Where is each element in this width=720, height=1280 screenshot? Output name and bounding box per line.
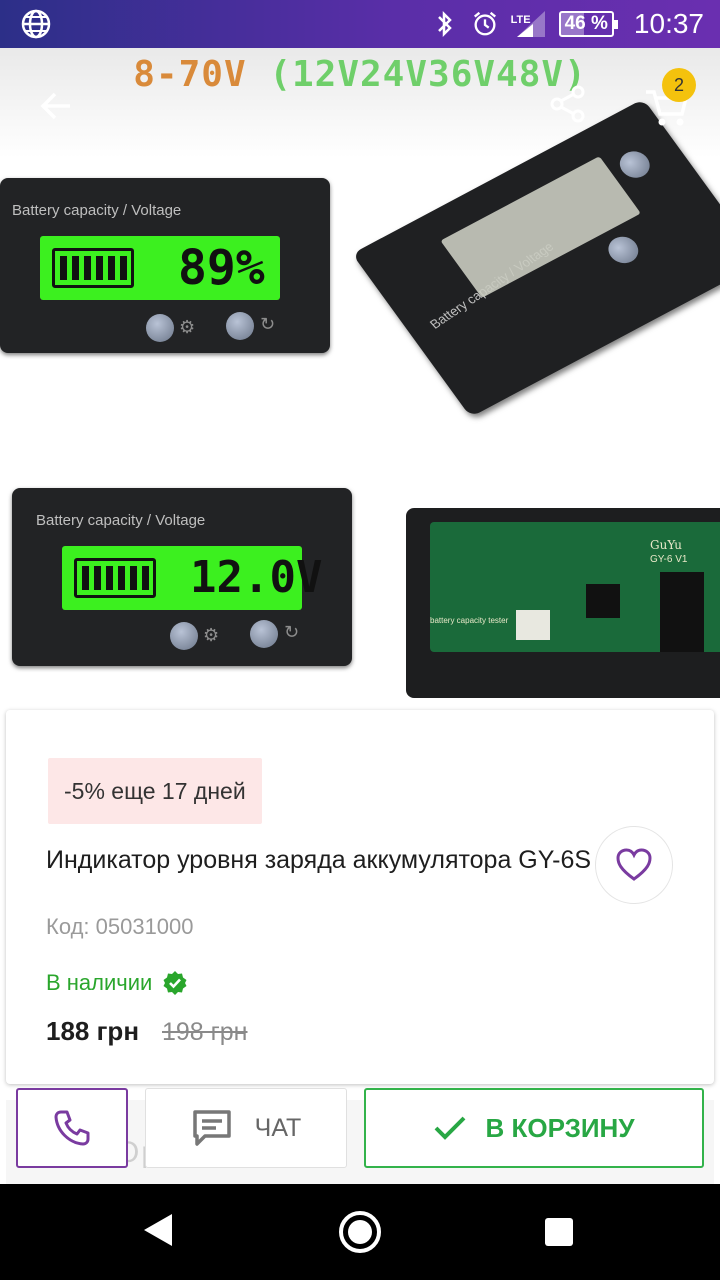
call-button[interactable] [16, 1088, 128, 1168]
signal-icon: LTE [511, 10, 547, 38]
settings-knob [146, 314, 174, 342]
favorite-button[interactable] [595, 826, 673, 904]
gear-icon: ⚙ [203, 625, 220, 645]
chat-button[interactable]: ЧАТ [145, 1088, 347, 1168]
pcb-model: GY-6 V1 [650, 554, 688, 565]
lcd-reading: 12.0V [190, 552, 323, 603]
lcd-battery-icon [52, 248, 134, 288]
old-price: 198 грн [162, 1018, 248, 1046]
banner-voltages: (12V24V36V48V) [269, 54, 587, 95]
battery-indicator: 46 % [558, 11, 619, 37]
verified-badge-icon [163, 971, 187, 995]
back-button[interactable] [34, 84, 78, 128]
discount-badge: -5% еще 17 дней [48, 758, 262, 824]
chat-icon [192, 1110, 231, 1146]
refresh-knob [250, 620, 278, 648]
arrow-left-icon [40, 92, 70, 120]
banner-range: 8-70V [133, 54, 247, 95]
system-nav-bar [0, 1184, 720, 1280]
status-bar: LTE 46 % 10:37 [0, 0, 720, 48]
lcd-screen: 12.0V [62, 546, 322, 610]
network-type: LTE [510, 14, 531, 26]
product-image[interactable]: 8-70V (12V24V36V48V) Battery capacity / … [0, 48, 720, 710]
add-to-cart-button[interactable]: В КОРЗИНУ [364, 1088, 704, 1168]
product-card: -5% еще 17 дней Индикатор уровня заряда … [6, 710, 714, 1084]
availability-label: В наличии [46, 970, 153, 995]
chip [586, 584, 620, 618]
refresh-icon: ↻ [260, 314, 276, 334]
lcd-screen-off [440, 156, 641, 298]
refresh-icon: ↻ [284, 622, 300, 642]
battery-meter-1: Battery capacity / Voltage 89% ⚙ ↻ [0, 178, 330, 353]
settings-knob [602, 231, 645, 268]
refresh-knob [226, 312, 254, 340]
product-code: Код: 05031000 [46, 914, 194, 939]
cart-count-badge: 2 [662, 68, 696, 102]
share-button[interactable] [546, 82, 590, 126]
gear-icon: ⚙ [179, 317, 196, 337]
pcb-brand: GuYu [650, 538, 682, 552]
heart-icon [616, 848, 652, 881]
lcd-battery-icon [74, 558, 156, 598]
chat-label: ЧАТ [254, 1113, 302, 1142]
battery-percent: 46 % [564, 13, 608, 34]
chip [660, 572, 704, 652]
meter-label: Battery capacity / Voltage [12, 202, 182, 219]
circuit-board: GuYu GY-6 V1 battery capacity tester [430, 522, 720, 652]
meter-back-pcb: GuYu GY-6 V1 battery capacity tester [406, 508, 720, 698]
battery-meter-2: Battery capacity / Voltage 12.0V ⚙ ↻ [12, 488, 352, 666]
add-to-cart-label: В КОРЗИНУ [485, 1112, 635, 1143]
lcd-screen: 89% [40, 236, 280, 300]
product-title: Индикатор уровня заряда аккумулятора GY-… [46, 846, 592, 874]
nav-back-icon[interactable] [142, 1212, 174, 1248]
globe-icon [21, 9, 51, 39]
share-icon [550, 85, 585, 123]
lcd-reading: 89% [178, 240, 265, 296]
pcb-board-label: battery capacity tester [430, 616, 509, 625]
nav-home-icon[interactable] [339, 1211, 381, 1253]
settings-knob [170, 622, 198, 650]
availability-status: В наличии [46, 970, 188, 996]
meter-label: Battery capacity / Voltage [36, 512, 206, 529]
clock: 10:37 [633, 8, 704, 39]
voltage-banner: 8-70V (12V24V36V48V) [0, 54, 720, 95]
refresh-knob [614, 146, 656, 183]
alarm-icon [471, 10, 499, 38]
nav-recents-icon[interactable] [545, 1218, 573, 1246]
current-price: 188 грн [46, 1016, 140, 1046]
phone-icon [54, 1110, 90, 1146]
check-icon [435, 1116, 466, 1140]
connector [516, 610, 550, 640]
bluetooth-icon [431, 10, 459, 38]
